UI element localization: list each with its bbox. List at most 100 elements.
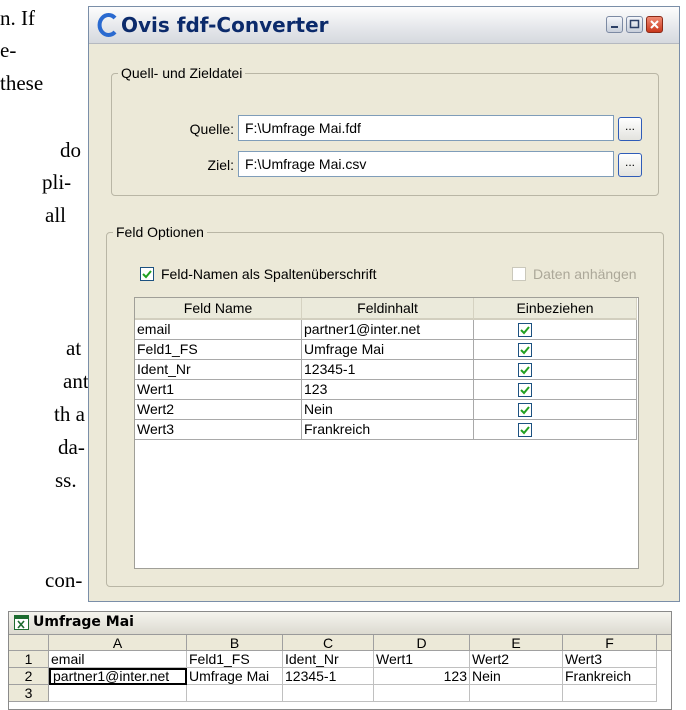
minimize-icon	[611, 26, 618, 28]
field-names-checkbox-label[interactable]: Feld-Namen als Spaltenüberschrift	[161, 266, 377, 282]
grid-cell-include[interactable]	[474, 380, 637, 400]
sheet-cell[interactable]: Frankreich	[563, 668, 657, 685]
close-button[interactable]	[646, 16, 663, 33]
column-header-f[interactable]: F	[563, 635, 657, 651]
include-checkbox[interactable]	[518, 323, 532, 337]
row-header[interactable]: 3	[9, 685, 49, 702]
spreadsheet-titlebar[interactable]: Umfrage Mai	[9, 612, 671, 635]
target-label: Ziel:	[207, 157, 234, 173]
grid-cell-value[interactable]: Nein	[302, 400, 474, 420]
grid-cell-name[interactable]: Wert1	[135, 380, 302, 400]
column-header-c[interactable]: C	[283, 635, 374, 651]
target-input[interactable]: F:\Umfrage Mai.csv	[238, 151, 614, 177]
grid-cell-include[interactable]	[474, 420, 637, 440]
sheet-cell[interactable]: 12345-1	[283, 668, 374, 685]
sheet-cell[interactable]: 123	[374, 668, 470, 685]
doc-text-line: ss.	[55, 468, 77, 492]
grid-cell-value[interactable]: Umfrage Mai	[302, 340, 474, 360]
checkmark-icon	[142, 270, 152, 279]
maximize-button[interactable]	[626, 16, 643, 33]
field-names-checkbox-box[interactable]	[140, 267, 154, 281]
doc-text-line: at	[66, 336, 82, 360]
sheet-cell[interactable]: Wert3	[563, 651, 657, 668]
grid-cell-name[interactable]: Ident_Nr	[135, 360, 302, 380]
doc-text-line: th a	[54, 402, 85, 426]
sheet-cell[interactable]: Wert2	[470, 651, 563, 668]
sheet-cell[interactable]: Wert1	[374, 651, 470, 668]
column-header-include[interactable]: Einbeziehen	[474, 298, 637, 320]
spreadsheet-title: Umfrage Mai	[33, 614, 134, 630]
browse-target-button[interactable]: ...	[618, 153, 642, 177]
sheet-cell[interactable]	[49, 685, 187, 702]
grid-cell-value[interactable]: Frankreich	[302, 420, 474, 440]
column-header-b[interactable]: B	[187, 635, 283, 651]
grid-cell-include[interactable]	[474, 360, 637, 380]
checkmark-icon	[520, 346, 530, 355]
column-header-a[interactable]: A	[49, 635, 187, 651]
doc-text-line: da-	[58, 435, 85, 459]
checkmark-icon	[520, 366, 530, 375]
include-checkbox[interactable]	[518, 383, 532, 397]
sheet-cell[interactable]	[187, 685, 283, 702]
sheet-cell[interactable]: email	[49, 651, 187, 668]
window-titlebar[interactable]: Ovis fdf-Converter	[89, 7, 679, 44]
doc-text-line: e-	[0, 38, 17, 62]
files-group-label: Quell- und Zieldatei	[118, 65, 246, 81]
source-input[interactable]: F:\Umfrage Mai.fdf	[238, 115, 614, 141]
append-data-checkbox-label: Daten anhängen	[533, 266, 637, 282]
sheet-cell-active[interactable]: partner1@inter.net	[49, 668, 187, 685]
checkmark-icon	[520, 406, 530, 415]
include-checkbox[interactable]	[518, 343, 532, 357]
grid-cell-name[interactable]: Wert2	[135, 400, 302, 420]
column-header-d[interactable]: D	[374, 635, 470, 651]
doc-text-line: all	[45, 203, 66, 227]
spreadsheet-window: Umfrage Mai A B C D E F 1 email Feld1_FS…	[8, 611, 672, 710]
doc-text-line: n. If	[0, 6, 35, 30]
grid-cell-value[interactable]: 12345-1	[302, 360, 474, 380]
converter-window: Ovis fdf-Converter Quell- und Zieldatei …	[88, 6, 680, 602]
column-header-field-value[interactable]: Feldinhalt	[302, 298, 474, 320]
window-title: Ovis fdf-Converter	[121, 13, 329, 37]
app-logo-icon	[97, 13, 117, 37]
doc-text-line: pli-	[42, 170, 72, 194]
append-data-checkbox-box[interactable]	[512, 267, 526, 281]
doc-text-line: con-	[45, 568, 83, 592]
grid-cell-name[interactable]: Feld1_FS	[135, 340, 302, 360]
grid-cell-include[interactable]	[474, 320, 637, 340]
sheet-cell[interactable]	[374, 685, 470, 702]
grid-cell-value[interactable]: partner1@inter.net	[302, 320, 474, 340]
grid-cell-name[interactable]: Wert3	[135, 420, 302, 440]
row-header[interactable]: 2	[9, 668, 49, 685]
doc-text-line: do	[60, 138, 81, 162]
include-checkbox[interactable]	[518, 403, 532, 417]
sheet-cell[interactable]: Nein	[470, 668, 563, 685]
source-label: Quelle:	[189, 121, 234, 137]
column-header-e[interactable]: E	[470, 635, 563, 651]
sheet-cell[interactable]: Ident_Nr	[283, 651, 374, 668]
include-checkbox[interactable]	[518, 363, 532, 377]
doc-text-line: these	[0, 71, 44, 95]
sheet-cell[interactable]: Umfrage Mai	[187, 668, 283, 685]
browse-source-button[interactable]: ...	[618, 117, 642, 141]
grid-cell-include[interactable]	[474, 340, 637, 360]
column-header-field-name[interactable]: Feld Name	[135, 298, 302, 320]
close-icon	[650, 20, 659, 29]
sheet-cell[interactable]: Feld1_FS	[187, 651, 283, 668]
grid-cell-include[interactable]	[474, 400, 637, 420]
grid-cell-name[interactable]: email	[135, 320, 302, 340]
checkmark-icon	[520, 326, 530, 335]
maximize-icon	[629, 19, 640, 29]
column-header-g[interactable]	[657, 635, 671, 651]
sheet-cell[interactable]	[563, 685, 657, 702]
spreadsheet-icon	[14, 615, 29, 630]
field-grid[interactable]: Feld Name Feldinhalt Einbeziehen email p…	[134, 297, 639, 569]
sheet-cell[interactable]	[283, 685, 374, 702]
minimize-button[interactable]	[606, 16, 623, 33]
grid-cell-value[interactable]: 123	[302, 380, 474, 400]
sheet-cell[interactable]	[470, 685, 563, 702]
checkmark-icon	[520, 386, 530, 395]
doc-text-line: ant	[63, 369, 89, 393]
row-header[interactable]: 1	[9, 651, 49, 668]
include-checkbox[interactable]	[518, 423, 532, 437]
select-all-corner[interactable]	[9, 635, 49, 651]
